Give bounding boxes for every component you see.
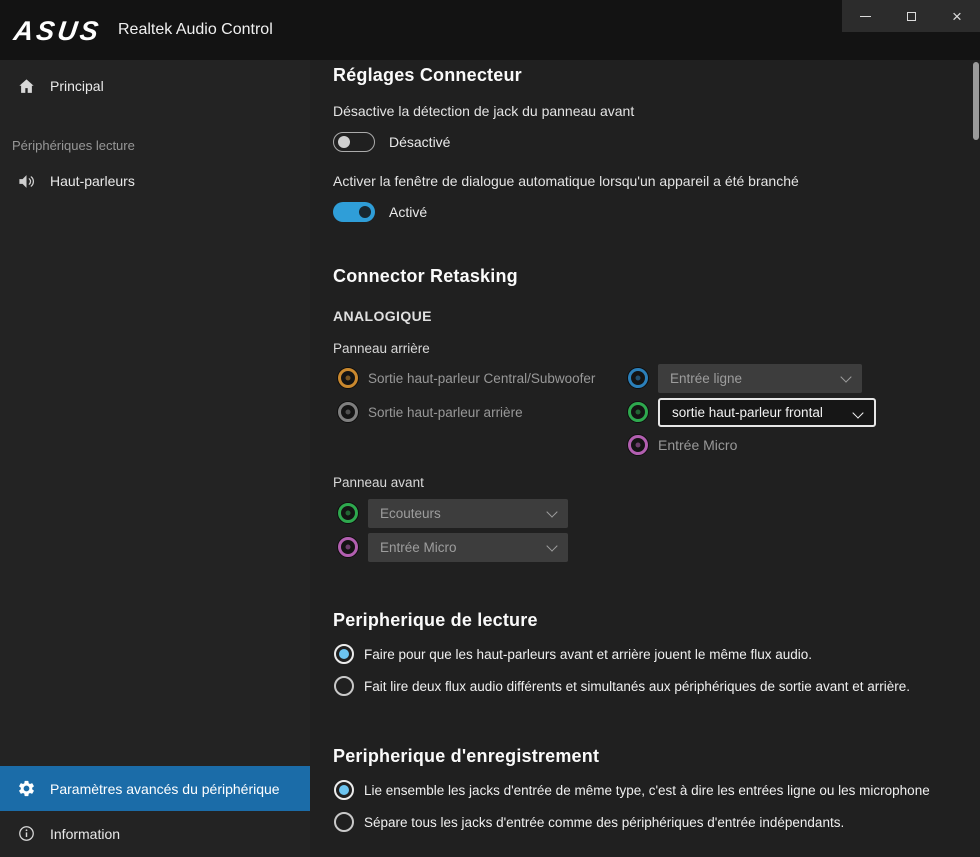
recording-option-tie-jacks[interactable]: Lie ensemble les jacks d'entrée de même … <box>334 778 930 802</box>
minimize-button[interactable] <box>842 0 888 32</box>
gear-icon <box>16 779 36 799</box>
sidebar-item-information[interactable]: Information <box>0 811 310 856</box>
jack-blue-icon <box>628 368 648 388</box>
close-icon: × <box>952 8 962 25</box>
dropdown-value: Entrée Micro <box>380 540 457 555</box>
jack-pink-icon <box>628 435 648 455</box>
jack-gray-icon <box>338 402 358 422</box>
radio-unselected-icon[interactable] <box>334 676 354 696</box>
retask-row-rear-1: Sortie haut-parleur Central/Subwoofer En… <box>338 363 862 393</box>
dropdown-value: Entrée ligne <box>670 371 742 386</box>
auto-popup-label: Activer la fenêtre de dialogue automatiq… <box>333 173 799 189</box>
radio-selected-icon[interactable] <box>334 644 354 664</box>
dropdown-value: Ecouteurs <box>380 506 441 521</box>
recording-option-separate-jacks[interactable]: Sépare tous les jacks d'entrée comme des… <box>334 810 844 834</box>
heading-reglages-connecteur: Réglages Connecteur <box>333 65 522 86</box>
retask-row-front-2: Entrée Micro <box>338 532 568 562</box>
toggle-state-label: Désactivé <box>389 134 450 150</box>
auto-popup-toggle-row: Activé <box>333 202 427 222</box>
main-content: Réglages Connecteur Désactive la détecti… <box>310 60 980 857</box>
sidebar-section-label: Périphériques lecture <box>0 138 310 153</box>
jack-label: Sortie haut-parleur Central/Subwoofer <box>368 371 618 386</box>
heading-connector-retasking: Connector Retasking <box>333 266 518 287</box>
maximize-icon <box>907 12 916 21</box>
retask-dropdown-line-in[interactable]: Entrée ligne <box>658 364 862 393</box>
jack-detection-toggle-row: Désactivé <box>333 132 450 152</box>
jack-pink-icon <box>338 537 358 557</box>
close-button[interactable]: × <box>934 0 980 32</box>
maximize-button[interactable] <box>888 0 934 32</box>
sidebar: Principal Périphériques lecture Haut-par… <box>0 60 310 857</box>
radio-unselected-icon[interactable] <box>334 812 354 832</box>
chevron-down-icon <box>546 540 557 551</box>
sidebar-item-label: Paramètres avancés du périphérique <box>50 781 280 797</box>
front-panel-label: Panneau avant <box>333 475 424 490</box>
chevron-down-icon <box>852 407 863 418</box>
heading-peripherique-lecture: Peripherique de lecture <box>333 610 538 631</box>
title-bar: ASUS Realtek Audio Control × <box>0 0 980 60</box>
retask-row-rear-2: Sortie haut-parleur arrière sortie haut-… <box>338 397 876 427</box>
rear-panel-label: Panneau arrière <box>333 341 430 356</box>
retask-dropdown-headphones[interactable]: Ecouteurs <box>368 499 568 528</box>
radio-option-label: Sépare tous les jacks d'entrée comme des… <box>364 815 844 830</box>
sidebar-item-principal[interactable]: Principal <box>0 64 310 108</box>
toggle-state-label: Activé <box>389 204 427 220</box>
asus-logo: ASUS <box>12 16 103 47</box>
sidebar-item-label: Principal <box>50 78 104 94</box>
sidebar-item-label: Haut-parleurs <box>50 173 135 189</box>
jack-detection-toggle[interactable] <box>333 132 375 152</box>
jack-green-icon <box>628 402 648 422</box>
playback-option-same-stream[interactable]: Faire pour que les haut-parleurs avant e… <box>334 642 812 666</box>
speaker-icon <box>16 171 36 191</box>
retask-row-rear-3: Entrée Micro <box>628 430 737 460</box>
info-icon <box>16 824 36 844</box>
jack-green-icon <box>338 503 358 523</box>
auto-popup-toggle[interactable] <box>333 202 375 222</box>
realtek-audio-control-window: ASUS Realtek Audio Control × Principal P… <box>0 0 980 857</box>
mic-in-label: Entrée Micro <box>658 437 737 453</box>
playback-option-two-streams[interactable]: Fait lire deux flux audio différents et … <box>334 674 910 698</box>
radio-selected-icon[interactable] <box>334 780 354 800</box>
minimize-icon <box>860 16 871 17</box>
home-icon <box>16 76 36 96</box>
toggle-knob <box>359 206 371 218</box>
radio-option-label: Fait lire deux flux audio différents et … <box>364 679 910 694</box>
radio-option-label: Faire pour que les haut-parleurs avant e… <box>364 647 812 662</box>
chevron-down-icon <box>546 506 557 517</box>
heading-peripherique-enregistrement: Peripherique d'enregistrement <box>333 746 599 767</box>
retask-dropdown-front-speaker-out[interactable]: sortie haut-parleur frontal <box>658 398 876 427</box>
sidebar-item-label: Information <box>50 826 120 842</box>
sidebar-bottom: Paramètres avancés du périphérique Infor… <box>0 766 310 856</box>
analog-section-label: ANALOGIQUE <box>333 308 432 324</box>
scrollbar-thumb[interactable] <box>973 62 979 140</box>
chevron-down-icon <box>840 371 851 382</box>
window-controls: × <box>842 0 980 32</box>
radio-option-label: Lie ensemble les jacks d'entrée de même … <box>364 783 930 798</box>
jack-orange-icon <box>338 368 358 388</box>
sidebar-item-advanced-settings[interactable]: Paramètres avancés du périphérique <box>0 766 310 811</box>
retask-row-front-1: Ecouteurs <box>338 498 568 528</box>
jack-label: Sortie haut-parleur arrière <box>368 405 618 420</box>
toggle-knob <box>338 136 350 148</box>
retask-dropdown-mic-in[interactable]: Entrée Micro <box>368 533 568 562</box>
jack-detection-label: Désactive la détection de jack du pannea… <box>333 103 634 119</box>
dropdown-value: sortie haut-parleur frontal <box>672 405 823 420</box>
window-title: Realtek Audio Control <box>118 21 273 39</box>
sidebar-item-haut-parleurs[interactable]: Haut-parleurs <box>0 159 310 203</box>
